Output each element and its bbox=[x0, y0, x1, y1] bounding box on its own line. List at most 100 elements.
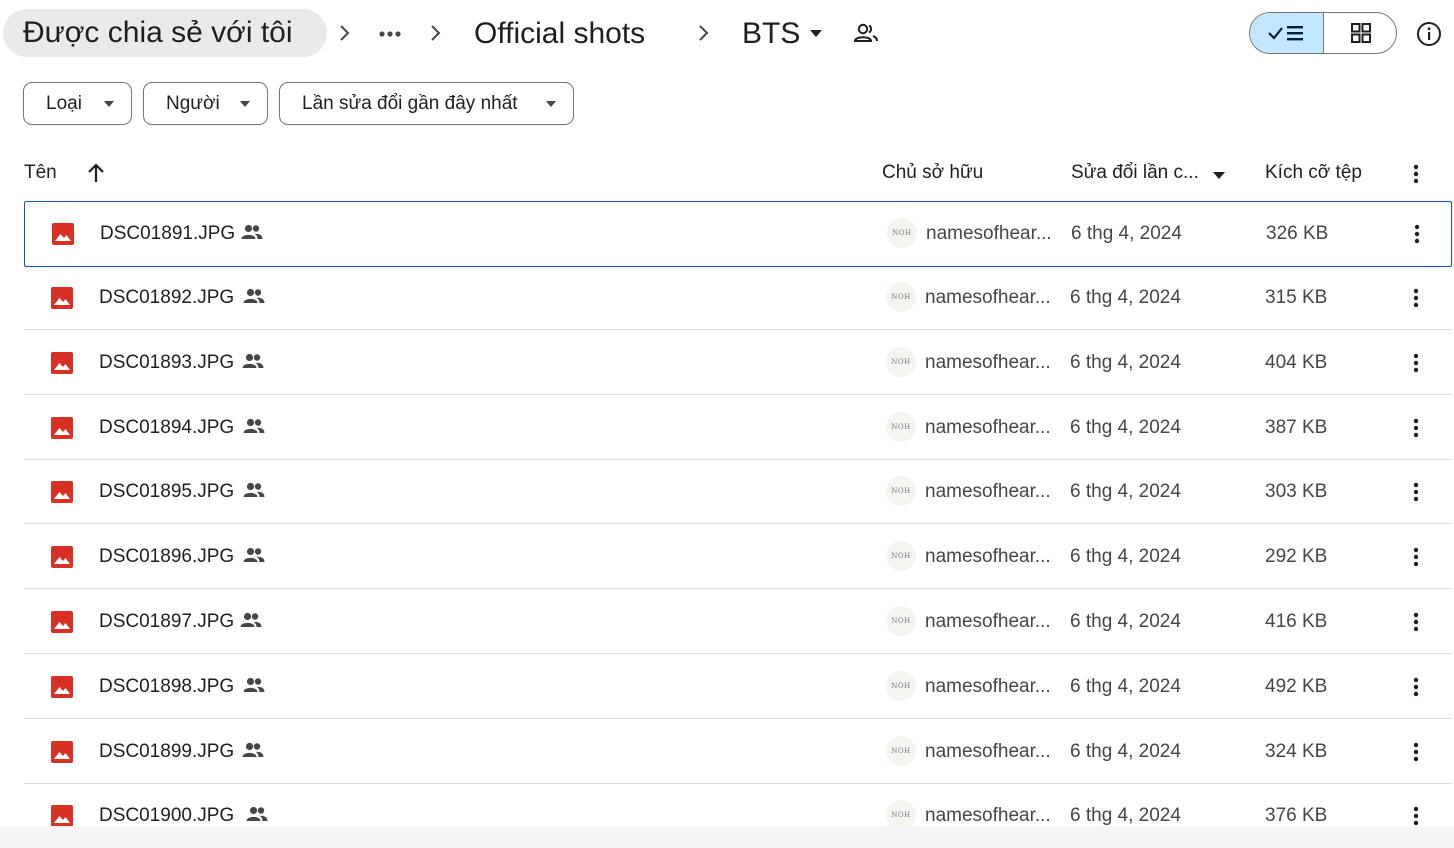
modified-date: 6 thg 4, 2024 bbox=[1070, 805, 1181, 826]
file-name: DSC01899.JPG bbox=[99, 740, 235, 762]
owner-avatar: NOH bbox=[886, 476, 916, 507]
file-size: 416 KB bbox=[1265, 611, 1328, 632]
more-actions-kebab-icon[interactable] bbox=[1404, 349, 1428, 377]
filter-modified-chip[interactable]: Lần sửa đổi gần đây nhất bbox=[279, 82, 574, 125]
modified-date: 6 thg 4, 2024 bbox=[1070, 546, 1181, 568]
file-name: DSC01896.JPG bbox=[99, 546, 235, 568]
table-row[interactable]: DSC01897.JPG NOH namesofhear... 6 thg 4, 20… bbox=[24, 590, 1452, 654]
file-name: DSC01897.JPG bbox=[99, 611, 235, 632]
image-file-icon bbox=[52, 223, 74, 245]
image-file-icon bbox=[51, 546, 73, 569]
table-row[interactable]: DSC01892.JPG NOH namesofhear... 6 thg 4, 20… bbox=[24, 266, 1452, 330]
owner-avatar: NOH bbox=[886, 346, 916, 377]
owner-name: namesofhear... bbox=[925, 675, 1051, 697]
file-size: 376 KB bbox=[1265, 805, 1328, 826]
list-bottom-edge bbox=[0, 826, 1454, 848]
more-actions-kebab-icon[interactable] bbox=[1404, 478, 1428, 506]
file-list: DSC01891.JPG NOH namesofhear... 6 thg 4, 20… bbox=[0, 200, 1454, 826]
list-view-button[interactable] bbox=[1250, 13, 1324, 53]
shared-people-icon[interactable] bbox=[853, 22, 879, 44]
owner-avatar: NOH bbox=[886, 411, 916, 442]
modified-date: 6 thg 4, 2024 bbox=[1070, 351, 1181, 373]
column-options-kebab-icon[interactable] bbox=[1404, 162, 1428, 186]
modified-date: 6 thg 4, 2024 bbox=[1070, 416, 1181, 438]
file-size: 492 KB bbox=[1265, 675, 1328, 697]
owner-avatar-text: NOH bbox=[891, 357, 911, 366]
modified-date: 6 thg 4, 2024 bbox=[1070, 287, 1181, 308]
owner-avatar: NOH bbox=[886, 800, 916, 826]
more-actions-kebab-icon[interactable] bbox=[1404, 738, 1428, 766]
owner-name: namesofhear... bbox=[925, 351, 1051, 373]
table-row[interactable]: DSC01891.JPG NOH namesofhear... 6 thg 4, 20… bbox=[24, 201, 1452, 267]
image-file-icon bbox=[51, 611, 73, 633]
table-row[interactable]: DSC01895.JPG NOH namesofhear... 6 thg 4, 20… bbox=[24, 460, 1452, 525]
more-actions-kebab-icon[interactable] bbox=[1404, 802, 1428, 826]
owner-avatar: NOH bbox=[886, 541, 916, 572]
folder-menu-caret-icon[interactable] bbox=[809, 28, 823, 38]
table-row[interactable]: DSC01896.JPG NOH namesofhear... 6 thg 4, 20… bbox=[24, 525, 1452, 590]
shared-people-icon bbox=[241, 224, 263, 239]
chevron-right-icon bbox=[697, 20, 711, 46]
file-size: 404 KB bbox=[1265, 351, 1328, 373]
owner-avatar: NOH bbox=[886, 735, 916, 766]
owner-avatar-text: NOH bbox=[891, 617, 911, 625]
chevron-right-icon bbox=[429, 20, 443, 46]
filter-people-label: Người bbox=[166, 93, 220, 114]
image-file-icon bbox=[51, 351, 73, 374]
file-size: 303 KB bbox=[1265, 481, 1328, 503]
table-header: Tên Chủ sở hữu Sửa đổi lần c... Kích cỡ … bbox=[0, 150, 1454, 200]
more-actions-kebab-icon[interactable] bbox=[1404, 284, 1428, 312]
table-row[interactable]: DSC01894.JPG NOH namesofhear... 6 thg 4, 20… bbox=[24, 396, 1452, 460]
modified-date: 6 thg 4, 2024 bbox=[1070, 481, 1181, 503]
owner-avatar-text: NOH bbox=[891, 681, 911, 690]
table-row[interactable]: DSC01898.JPG NOH namesofhear... 6 thg 4, 20… bbox=[24, 655, 1452, 719]
chevron-right-icon bbox=[338, 20, 352, 46]
column-header-owner[interactable]: Chủ sở hữu bbox=[882, 150, 983, 196]
owner-avatar-text: NOH bbox=[892, 229, 912, 237]
modified-date: 6 thg 4, 2024 bbox=[1070, 740, 1181, 762]
shared-people-icon bbox=[243, 548, 265, 563]
owner-avatar-text: NOH bbox=[891, 746, 911, 755]
breadcrumb-current-folder[interactable]: BTS bbox=[742, 12, 800, 56]
dropdown-caret-icon[interactable] bbox=[1212, 170, 1226, 180]
filter-people-chip[interactable]: Người bbox=[143, 82, 268, 125]
more-actions-kebab-icon[interactable] bbox=[1404, 543, 1428, 571]
file-size: 387 KB bbox=[1265, 416, 1328, 438]
file-size: 324 KB bbox=[1265, 740, 1328, 762]
more-actions-kebab-icon[interactable] bbox=[1404, 608, 1428, 636]
table-row[interactable]: DSC01900.JPG NOH namesofhear... 6 thg 4, 20… bbox=[24, 784, 1452, 826]
owner-avatar: NOH bbox=[886, 670, 916, 701]
more-actions-kebab-icon[interactable] bbox=[1405, 220, 1429, 248]
sort-ascending-arrow-icon[interactable] bbox=[86, 162, 106, 184]
grid-view-button[interactable] bbox=[1324, 13, 1396, 53]
filter-type-chip[interactable]: Loại bbox=[23, 82, 132, 125]
owner-avatar-text: NOH bbox=[891, 552, 911, 561]
image-file-icon bbox=[51, 416, 73, 439]
breadcrumb-more-button[interactable] bbox=[366, 12, 414, 56]
modified-date: 6 thg 4, 2024 bbox=[1071, 223, 1182, 244]
more-actions-kebab-icon[interactable] bbox=[1404, 414, 1428, 442]
info-icon[interactable] bbox=[1416, 21, 1442, 47]
owner-avatar: NOH bbox=[886, 606, 916, 636]
file-name: DSC01891.JPG bbox=[100, 223, 236, 244]
shared-people-icon bbox=[243, 483, 265, 498]
owner-name: namesofhear... bbox=[925, 416, 1051, 438]
table-row[interactable]: DSC01893.JPG NOH namesofhear... 6 thg 4, 20… bbox=[24, 331, 1452, 395]
shared-people-icon bbox=[243, 288, 265, 303]
table-row[interactable]: DSC01899.JPG NOH namesofhear... 6 thg 4, 20… bbox=[24, 720, 1452, 784]
grid-icon bbox=[1351, 23, 1371, 43]
column-header-name[interactable]: Tên bbox=[24, 150, 57, 196]
column-header-size[interactable]: Kích cỡ tệp bbox=[1265, 150, 1362, 196]
breadcrumb-official-shots[interactable]: Official shots bbox=[474, 12, 645, 56]
more-horiz-icon bbox=[379, 31, 401, 37]
image-file-icon bbox=[51, 675, 73, 698]
dropdown-caret-icon bbox=[240, 101, 250, 107]
owner-name: namesofhear... bbox=[926, 223, 1052, 244]
shared-people-icon bbox=[240, 612, 262, 627]
image-file-icon bbox=[51, 740, 73, 763]
column-header-modified[interactable]: Sửa đổi lần c... bbox=[1071, 150, 1199, 196]
breadcrumb-shared-with-me[interactable]: Được chia sẻ với tôi bbox=[3, 9, 327, 57]
file-name: DSC01900.JPG bbox=[99, 805, 235, 826]
shared-people-icon bbox=[243, 418, 265, 433]
more-actions-kebab-icon[interactable] bbox=[1404, 673, 1428, 701]
